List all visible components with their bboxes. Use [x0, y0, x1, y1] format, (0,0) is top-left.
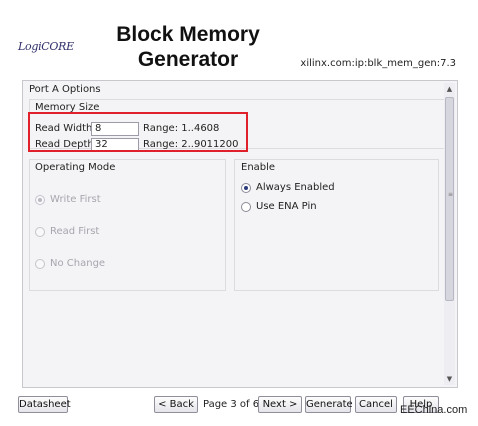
- generate-button[interactable]: Generate: [305, 396, 353, 413]
- back-button[interactable]: < Back: [154, 396, 198, 413]
- radio-use-ena-pin[interactable]: Use ENA Pin: [241, 201, 317, 212]
- radio-write-first[interactable]: Write First: [35, 194, 101, 205]
- scroll-down-icon[interactable]: ▼: [444, 373, 455, 385]
- radio-button-icon: [241, 182, 251, 193]
- dialog-window: LogiCORE Block Memory Generator xilinx.c…: [8, 0, 458, 426]
- datasheet-button[interactable]: Datasheet: [18, 396, 71, 413]
- enable-group: [234, 159, 439, 291]
- cancel-button[interactable]: Cancel: [355, 396, 397, 413]
- operating-mode-title: Operating Mode: [35, 162, 116, 173]
- radio-label: Use ENA Pin: [256, 201, 317, 212]
- radio-label: Read First: [50, 226, 100, 237]
- logicore-logo: LogiCORE: [18, 40, 74, 53]
- title-line-1: Block Memory: [116, 23, 260, 46]
- radio-always-enabled[interactable]: Always Enabled: [241, 182, 335, 193]
- next-button[interactable]: Next >: [258, 396, 302, 413]
- logo-text: LogiCORE: [18, 40, 74, 53]
- radio-button-icon: [35, 194, 45, 205]
- radio-button-icon: [35, 258, 45, 269]
- grip-lines-icon: ≡: [448, 191, 454, 198]
- title-line-2: Generator: [137, 48, 239, 71]
- radio-no-change[interactable]: No Change: [35, 258, 105, 269]
- enable-title: Enable: [241, 162, 276, 173]
- radio-label: Always Enabled: [256, 182, 335, 193]
- highlight-box: [28, 112, 248, 152]
- scroll-up-icon[interactable]: ▲: [444, 83, 455, 95]
- header: LogiCORE Block Memory Generator xilinx.c…: [8, 0, 458, 80]
- radio-button-icon: [241, 201, 251, 212]
- operating-mode-group: [29, 159, 226, 291]
- vertical-scrollbar[interactable]: ▲ ≡ ▼: [444, 83, 455, 385]
- ip-identifier: xilinx.com:ip:blk_mem_gen:7.3: [300, 58, 456, 69]
- radio-label: No Change: [50, 258, 106, 269]
- radio-label: Write First: [50, 194, 101, 205]
- page-indicator: Page 3 of 6: [203, 399, 260, 410]
- page-title: Block Memory Generator: [98, 22, 278, 72]
- radio-button-icon: [35, 226, 45, 237]
- watermark: EEChina.com: [400, 404, 468, 416]
- panel-title: Port A Options: [29, 84, 101, 95]
- radio-read-first[interactable]: Read First: [35, 226, 99, 237]
- scroll-thumb[interactable]: ≡: [445, 97, 454, 301]
- options-panel: Port A Options Memory Size Read Width 8 …: [22, 80, 458, 388]
